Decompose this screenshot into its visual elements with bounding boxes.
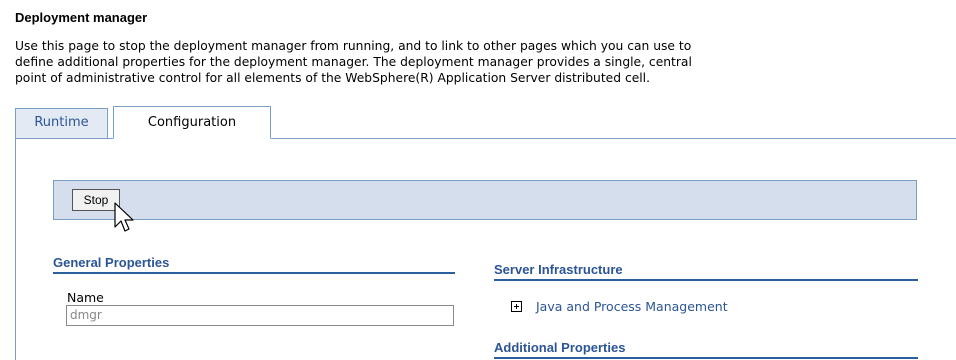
tab-bar: Runtime Configuration [15, 106, 956, 139]
button-bar: Stop [53, 180, 917, 220]
java-process-management-row: Java and Process Management [511, 298, 728, 314]
tab-runtime[interactable]: Runtime [15, 108, 108, 139]
expand-plus-icon[interactable] [511, 300, 522, 312]
tab-configuration[interactable]: Configuration [113, 106, 271, 139]
tab-content-panel [15, 138, 956, 360]
description-line: point of administrative control for all … [15, 71, 651, 85]
deployment-manager-page: Deployment manager Use this page to stop… [0, 0, 956, 360]
general-properties-header: General Properties [53, 255, 455, 274]
additional-properties-header: Additional Properties [494, 340, 918, 359]
page-title: Deployment manager [15, 10, 148, 25]
page-description: Use this page to stop the deployment man… [15, 38, 955, 86]
name-label: Name [67, 290, 104, 305]
mouse-pointer-icon [114, 202, 134, 232]
java-process-management-link[interactable]: Java and Process Management [536, 299, 728, 314]
description-line: Use this page to stop the deployment man… [15, 39, 692, 53]
description-line: define additional properties for the dep… [15, 55, 692, 69]
server-infrastructure-header: Server Infrastructure [494, 262, 918, 281]
name-field[interactable]: dmgr [66, 305, 454, 326]
